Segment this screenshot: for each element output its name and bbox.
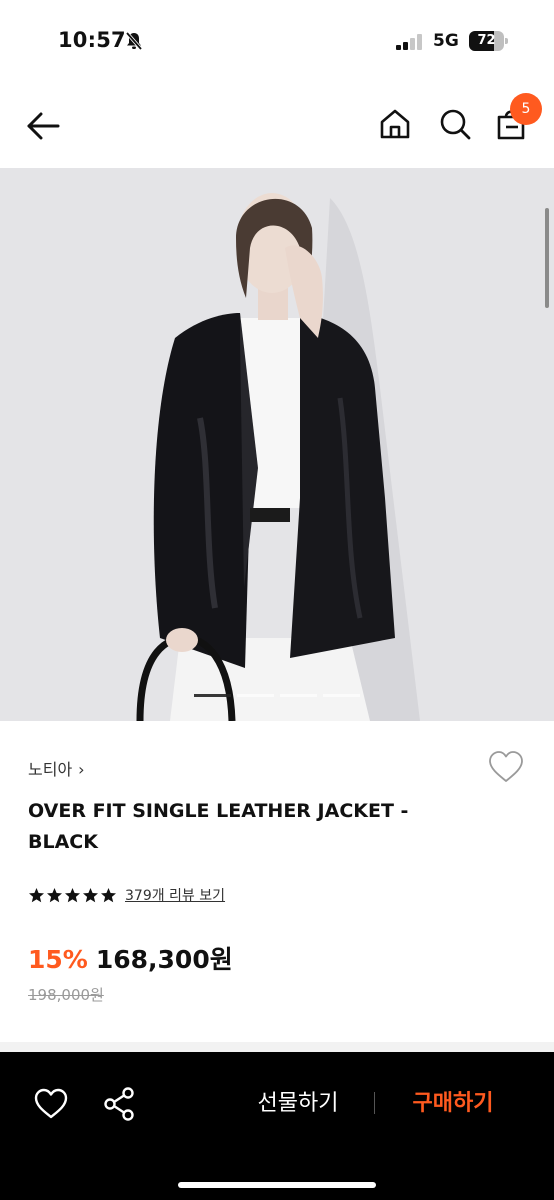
network-label: 5G bbox=[433, 31, 459, 51]
wishlist-heart-icon[interactable] bbox=[488, 750, 524, 784]
cart-count-badge: 5 bbox=[510, 93, 542, 125]
chevron-right-icon: › bbox=[78, 760, 85, 779]
sale-price: 168,300원 bbox=[95, 945, 233, 974]
review-link[interactable]: 379개 리뷰 보기 bbox=[125, 885, 225, 905]
original-price: 198,000원 bbox=[28, 986, 104, 1004]
bottom-action-bar: 선물하기 구매하기 bbox=[0, 1052, 554, 1200]
pagination-dot[interactable] bbox=[194, 694, 231, 697]
scroll-indicator[interactable] bbox=[545, 208, 549, 308]
product-image[interactable] bbox=[0, 168, 554, 721]
battery-level: 72 bbox=[477, 33, 496, 48]
product-photo bbox=[0, 168, 554, 721]
gift-button[interactable]: 선물하기 bbox=[250, 1082, 346, 1126]
home-indicator[interactable] bbox=[178, 1182, 376, 1188]
battery-indicator: 72 bbox=[469, 31, 509, 51]
brand-link[interactable]: 노티아 › bbox=[28, 756, 85, 780]
star-icon bbox=[101, 887, 116, 902]
star-icon bbox=[29, 887, 44, 902]
top-nav bbox=[0, 84, 554, 168]
star-rating bbox=[28, 887, 117, 904]
heart-icon[interactable] bbox=[34, 1088, 68, 1120]
search-icon[interactable] bbox=[438, 106, 472, 142]
pagination-dot[interactable] bbox=[323, 694, 360, 697]
star-icon bbox=[47, 887, 62, 902]
signal-icon bbox=[396, 34, 422, 50]
bar-separator bbox=[374, 1092, 375, 1114]
buy-button[interactable]: 구매하기 bbox=[404, 1082, 502, 1126]
pagination-dot[interactable] bbox=[280, 694, 317, 697]
status-time: 10:57 bbox=[58, 28, 126, 52]
product-title: OVER FIT SINGLE LEATHER JACKET - BLACK bbox=[28, 800, 409, 853]
status-bar: 10:57 5G 72 bbox=[0, 0, 554, 84]
star-icon bbox=[65, 887, 80, 902]
discount-rate: 15% bbox=[28, 945, 88, 974]
home-icon[interactable] bbox=[378, 106, 412, 142]
star-icon bbox=[83, 887, 98, 902]
pagination-dot[interactable] bbox=[237, 694, 274, 697]
bell-slash-icon bbox=[125, 31, 143, 51]
rating-row: 379개 리뷰 보기 bbox=[28, 884, 225, 906]
brand-name: 노티아 bbox=[28, 760, 73, 779]
back-arrow-icon[interactable] bbox=[24, 108, 62, 144]
image-pagination bbox=[192, 694, 364, 698]
share-icon[interactable] bbox=[102, 1086, 136, 1122]
price-row: 15% 168,300원 bbox=[28, 940, 233, 976]
section-divider bbox=[0, 1042, 554, 1052]
